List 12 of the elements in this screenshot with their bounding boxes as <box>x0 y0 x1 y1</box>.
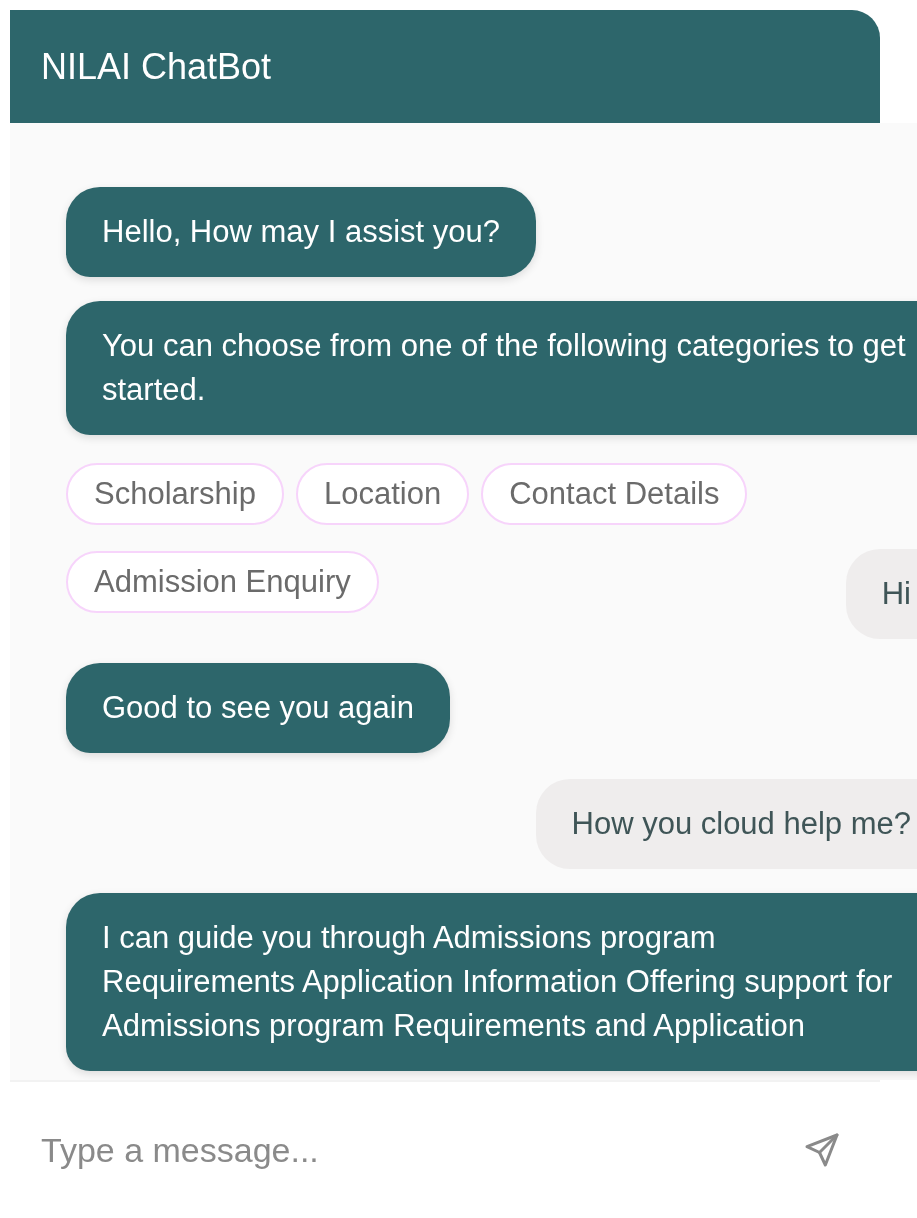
category-chip[interactable]: Contact Details <box>481 463 748 525</box>
chat-title: NILAI ChatBot <box>41 44 272 89</box>
bot-message: Hello, How may I assist you? <box>66 187 536 277</box>
bot-message: You can choose from one of the following categories to get started. <box>66 301 917 435</box>
category-chip[interactable]: Location <box>296 463 470 525</box>
bot-message: Good to see you again <box>66 663 450 753</box>
category-chip[interactable]: Admission Enquiry <box>66 551 379 613</box>
user-message: Hi <box>845 549 917 639</box>
message-input[interactable]: Type a message... <box>41 1124 782 1176</box>
bot-message: I can guide you through Admissions program Requirements Application Information Offering support for Admissions program Requirements and Application <box>66 893 917 1071</box>
user-message: How you cloud help me? <box>535 779 917 869</box>
category-chip[interactable]: Scholarship <box>66 463 284 525</box>
